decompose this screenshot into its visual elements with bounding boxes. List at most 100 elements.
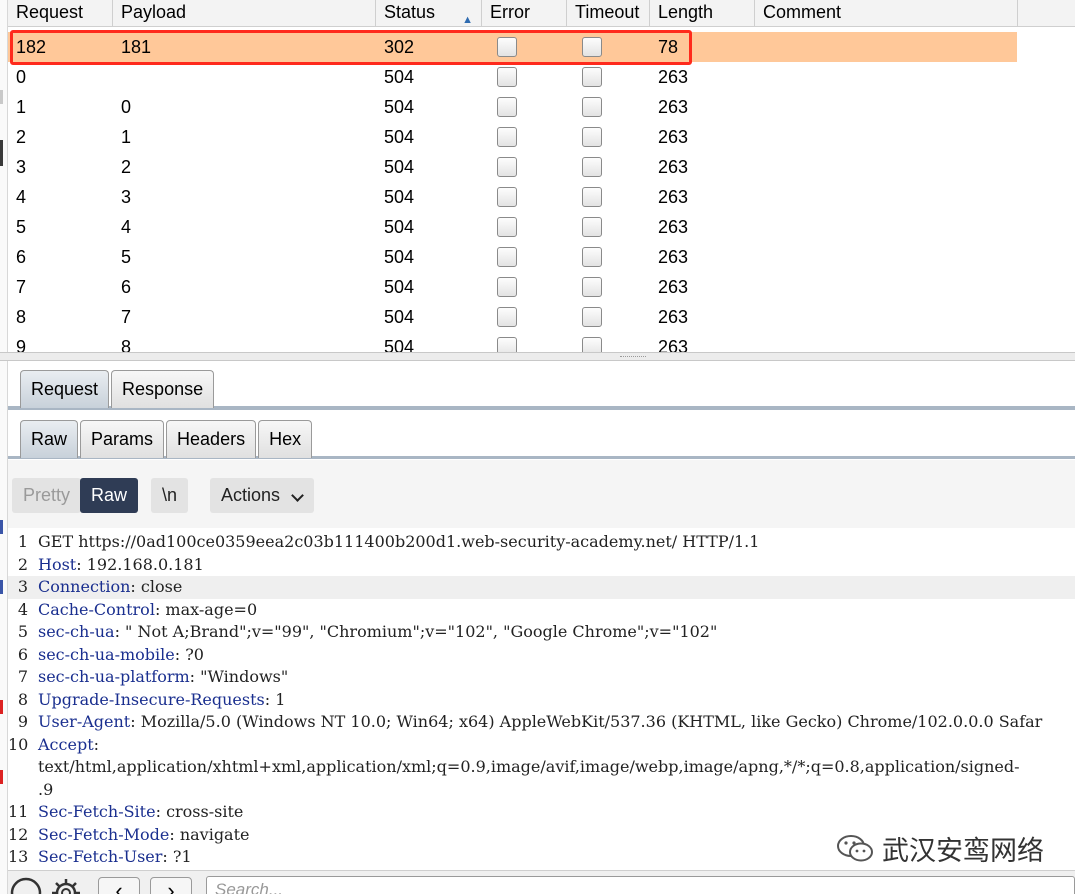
table-row[interactable]: 4 3 504 263 xyxy=(8,182,1017,212)
request-line: .9 xyxy=(8,779,1075,802)
column-header-payload[interactable]: Payload xyxy=(113,0,376,27)
actions-dropdown[interactable]: Actions xyxy=(210,478,315,513)
tab-raw[interactable]: Raw xyxy=(20,420,79,458)
line-content: User-Agent: Mozilla/5.0 (Windows NT 10.0… xyxy=(38,711,1042,734)
gear-icon[interactable] xyxy=(50,877,82,894)
previous-button[interactable]: ‹ xyxy=(98,877,140,894)
table-row[interactable]: 5 4 504 263 xyxy=(8,212,1017,242)
tab-params[interactable]: Params xyxy=(80,420,165,458)
cell-length: 263 xyxy=(658,187,689,207)
cell-timeout xyxy=(567,302,650,332)
checkbox-icon[interactable] xyxy=(497,337,517,352)
checkbox-icon[interactable] xyxy=(497,127,517,147)
checkbox-icon[interactable] xyxy=(497,157,517,177)
line-content: Host: 192.168.0.181 xyxy=(38,554,204,577)
cell-timeout xyxy=(567,62,650,92)
cell-payload: 2 xyxy=(121,157,132,177)
checkbox-icon[interactable] xyxy=(582,277,602,297)
header-name: sec-ch-ua-mobile xyxy=(38,644,175,664)
view-tabs: Raw Params Headers Hex xyxy=(8,418,314,458)
table-row[interactable]: 3 2 504 263 xyxy=(8,152,1017,182)
cell-status: 302 xyxy=(384,37,415,57)
cell-request: 2 xyxy=(16,127,27,147)
table-row[interactable]: 7 6 504 263 xyxy=(8,272,1017,302)
checkbox-icon[interactable] xyxy=(497,97,517,117)
table-row[interactable]: 9 8 504 263 xyxy=(8,332,1017,352)
table-row[interactable]: 182 181 302 78 xyxy=(8,32,1017,62)
header-separator: : xyxy=(189,667,201,686)
header-value: ?1 xyxy=(172,847,192,866)
raw-button[interactable]: Raw xyxy=(80,478,139,513)
search-input[interactable]: Search... xyxy=(206,876,1075,894)
checkbox-icon[interactable] xyxy=(582,37,602,57)
line-number: 12 xyxy=(8,824,29,844)
checkbox-icon[interactable] xyxy=(582,157,602,177)
splitter-grip[interactable] xyxy=(620,356,646,358)
checkbox-icon[interactable] xyxy=(497,277,517,297)
table-row[interactable]: 8 7 504 263 xyxy=(8,302,1017,332)
header-name: Upgrade-Insecure-Requests xyxy=(38,689,265,709)
cell-error xyxy=(482,122,567,152)
cell-status: 504 xyxy=(384,157,415,177)
checkbox-icon[interactable] xyxy=(582,187,602,207)
checkbox-icon[interactable] xyxy=(497,187,517,207)
column-header-length[interactable]: Length xyxy=(650,0,755,27)
cell-status: 504 xyxy=(384,67,415,87)
table-row[interactable]: 1 0 504 263 xyxy=(8,92,1017,122)
line-content: GET https://0ad100ce0359eea2c03b111400b2… xyxy=(38,531,759,554)
chevron-down-icon xyxy=(291,489,304,502)
checkbox-icon[interactable] xyxy=(497,37,517,57)
results-table: Request Payload Status ▲ Error Timeout Le… xyxy=(8,0,1075,352)
cell-length: 263 xyxy=(658,247,689,267)
cell-length: 263 xyxy=(658,337,689,352)
checkbox-icon[interactable] xyxy=(582,307,602,327)
checkbox-icon[interactable] xyxy=(497,217,517,237)
cell-length: 263 xyxy=(658,97,689,117)
cell-request: 1 xyxy=(16,97,27,117)
request-editor[interactable]: 1 GET https://0ad100ce0359eea2c03b111400b… xyxy=(8,528,1075,870)
checkbox-icon[interactable] xyxy=(497,67,517,87)
help-icon[interactable] xyxy=(10,877,42,894)
pretty-button[interactable]: Pretty xyxy=(12,478,82,513)
cell-length: 263 xyxy=(658,67,689,87)
checkbox-icon[interactable] xyxy=(582,97,602,117)
line-number: 9 xyxy=(17,712,28,731)
pane-splitter[interactable] xyxy=(0,352,1075,361)
table-row[interactable]: 0 504 263 xyxy=(8,62,1017,92)
request-line: 6 sec-ch-ua-mobile: ?0 xyxy=(8,644,1075,667)
column-header-status[interactable]: Status ▲ xyxy=(376,0,482,27)
request-line: 2 Host: 192.168.0.181 xyxy=(8,554,1075,577)
checkbox-icon[interactable] xyxy=(582,127,602,147)
chevron-left-icon: ‹ xyxy=(115,878,123,894)
wechat-watermark: 武汉安鸾网络 xyxy=(836,828,1044,868)
show-newlines-button[interactable]: \n xyxy=(151,478,189,513)
cell-error xyxy=(482,212,567,242)
tab-response[interactable]: Response xyxy=(111,370,215,408)
checkbox-icon[interactable] xyxy=(582,247,602,267)
header-value: 192.168.0.181 xyxy=(86,554,204,574)
checkbox-icon[interactable] xyxy=(497,307,517,327)
column-header-request[interactable]: Request xyxy=(8,0,113,27)
header-separator: : xyxy=(264,689,276,709)
tab-hex[interactable]: Hex xyxy=(258,420,313,458)
wechat-logo-icon xyxy=(837,835,873,862)
header-name: Sec-Fetch-User xyxy=(38,847,163,866)
cell-request: 5 xyxy=(16,217,27,237)
table-row[interactable]: 6 5 504 263 xyxy=(8,242,1017,272)
column-header-timeout[interactable]: Timeout xyxy=(567,0,650,27)
checkbox-icon[interactable] xyxy=(582,67,602,87)
cell-comment xyxy=(755,272,1017,302)
cell-payload xyxy=(113,62,376,92)
cell-length: 263 xyxy=(658,157,689,177)
checkbox-icon[interactable] xyxy=(497,247,517,267)
column-header-error[interactable]: Error xyxy=(482,0,567,27)
table-row[interactable]: 2 1 504 263 xyxy=(8,122,1017,152)
tab-headers[interactable]: Headers xyxy=(166,420,257,458)
cell-status: 504 xyxy=(384,127,415,147)
next-button[interactable]: › xyxy=(150,877,192,894)
cell-request: 3 xyxy=(16,157,27,177)
checkbox-icon[interactable] xyxy=(582,337,602,352)
tab-request[interactable]: Request xyxy=(20,370,110,408)
column-header-comment[interactable]: Comment xyxy=(755,0,1018,27)
checkbox-icon[interactable] xyxy=(582,217,602,237)
